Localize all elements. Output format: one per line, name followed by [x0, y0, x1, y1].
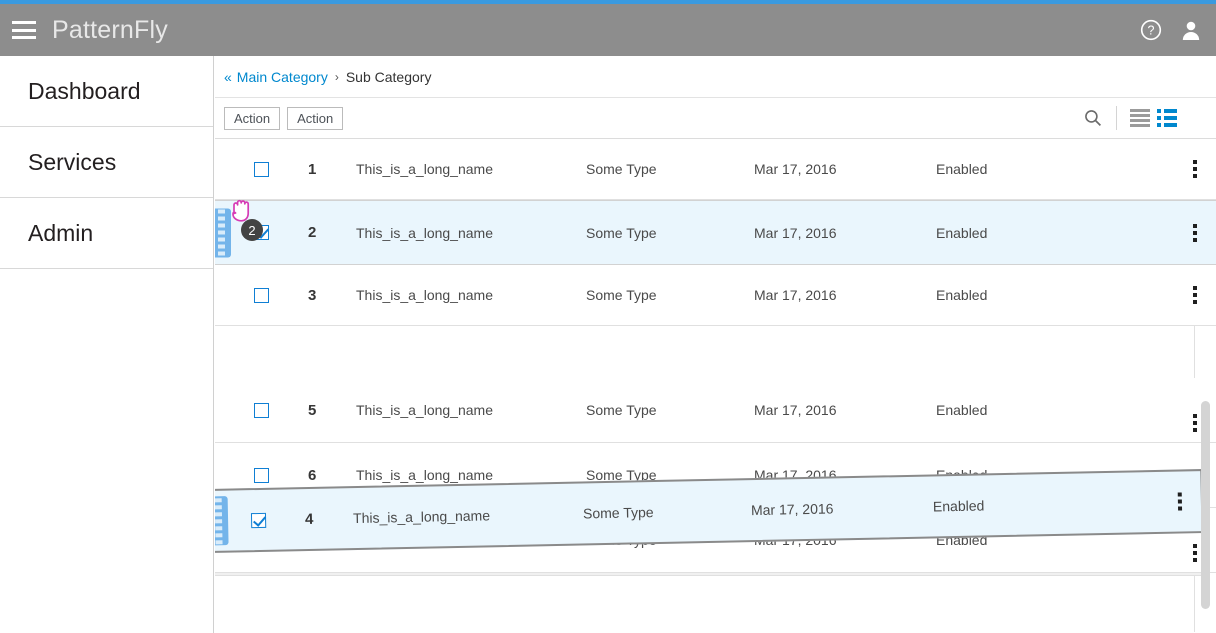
row-type: Some Type — [586, 224, 657, 241]
vertical-scrollbar-thumb[interactable] — [1201, 401, 1210, 609]
breadcrumb-separator-icon: › — [334, 69, 339, 84]
kebab-menu-icon[interactable] — [1193, 160, 1197, 178]
row-date: Mar 17, 2016 — [754, 402, 837, 418]
kebab-menu-icon[interactable] — [1193, 414, 1197, 432]
row-checkbox[interactable] — [250, 512, 267, 528]
row-drag-handle[interactable] — [215, 496, 229, 546]
row-checkbox-cell — [215, 467, 308, 483]
row-name: This_is_a_long_name — [352, 507, 491, 527]
view-toggle-detail[interactable] — [1153, 107, 1180, 129]
row-date: Mar 17, 2016 — [750, 500, 834, 519]
row-actions-cell — [1174, 223, 1216, 242]
row-number: 4 — [304, 510, 314, 528]
kebab-menu-icon[interactable] — [1193, 286, 1197, 304]
table-row[interactable]: 3 This_is_a_long_name Some Type Mar 17, … — [215, 265, 1216, 326]
row-status: Enabled — [936, 224, 988, 241]
row-checkbox-cell — [215, 402, 308, 418]
row-type: Some Type — [586, 287, 657, 303]
breadcrumb: « Main Category › Sub Category — [215, 56, 1216, 98]
row-type: Some Type — [586, 161, 657, 177]
table-row[interactable]: 1 This_is_a_long_name Some Type Mar 17, … — [215, 139, 1216, 200]
row-date: Mar 17, 2016 — [754, 287, 837, 303]
kebab-menu-icon[interactable] — [1177, 492, 1183, 511]
sidebar-item-admin[interactable]: Admin — [0, 198, 213, 269]
search-icon[interactable] — [1072, 109, 1114, 127]
sidebar-item-dashboard[interactable]: Dashboard — [0, 56, 213, 127]
row-checkbox[interactable] — [254, 287, 269, 303]
row-name: This_is_a_long_name — [356, 161, 493, 177]
action-button-one[interactable]: Action — [224, 106, 281, 130]
row-name: This_is_a_long_name — [356, 287, 493, 303]
user-avatar-icon[interactable] — [1180, 19, 1202, 41]
kebab-menu-icon[interactable] — [1193, 544, 1197, 562]
grabbing-hand-cursor — [229, 197, 255, 230]
sidebar-item-label: Services — [28, 148, 117, 175]
row-name: This_is_a_long_name — [356, 467, 493, 483]
row-type: Some Type — [582, 504, 654, 522]
row-status: Enabled — [932, 497, 985, 515]
row-type: Some Type — [586, 402, 657, 418]
row-status: Enabled — [936, 161, 988, 177]
data-table: 1 This_is_a_long_name Some Type Mar 17, … — [215, 139, 1216, 632]
row-actions-cell — [1174, 286, 1216, 304]
row-status: Enabled — [936, 402, 988, 418]
breadcrumb-back-icon[interactable]: « — [224, 69, 232, 85]
row-status: Enabled — [936, 287, 988, 303]
row-actions-cell — [1174, 160, 1216, 178]
app-root: PatternFly ? Dashboard Services Admin « — [0, 0, 1216, 633]
help-circle-icon[interactable]: ? — [1140, 19, 1162, 41]
table-toolbar: Action Action — [215, 98, 1216, 139]
sidebar-item-label: Dashboard — [28, 77, 141, 104]
hamburger-icon[interactable] — [12, 21, 36, 39]
toolbar-right-group — [1072, 106, 1207, 130]
row-actions-cell — [1159, 492, 1201, 511]
row-checkbox-cell — [215, 287, 308, 303]
row-number: 3 — [308, 286, 317, 304]
breadcrumb-current: Sub Category — [345, 68, 432, 85]
app-header: PatternFly ? — [0, 4, 1216, 56]
table-row[interactable]: 2 This_is_a_long_name Some Type Mar 17, … — [215, 200, 1216, 265]
row-checkbox[interactable] — [254, 161, 269, 177]
row-checkbox[interactable] — [254, 467, 269, 483]
row-number: 5 — [308, 401, 317, 419]
row-date: Mar 17, 2016 — [754, 161, 837, 177]
row-name: This_is_a_long_name — [356, 224, 493, 241]
view-toggle-card[interactable] — [1180, 107, 1207, 129]
kebab-menu-icon[interactable] — [1193, 223, 1197, 242]
header-actions: ? — [1140, 19, 1202, 41]
view-toggle-list[interactable] — [1126, 107, 1153, 129]
toolbar-divider — [1116, 106, 1117, 130]
brand-title: PatternFly — [52, 15, 168, 44]
action-button-two[interactable]: Action — [287, 106, 344, 130]
row-checkbox-cell — [215, 512, 305, 529]
row-name: This_is_a_long_name — [356, 402, 493, 418]
svg-text:?: ? — [1148, 23, 1155, 37]
sidebar-nav: Dashboard Services Admin — [0, 56, 214, 633]
row-number: 1 — [308, 160, 317, 178]
row-date: Mar 17, 2016 — [754, 224, 837, 241]
row-checkbox-cell — [215, 161, 308, 177]
main-content: « Main Category › Sub Category Action Ac… — [215, 56, 1216, 633]
row-checkbox[interactable] — [254, 402, 269, 418]
sidebar-item-services[interactable]: Services — [0, 127, 213, 198]
sidebar-item-label: Admin — [28, 219, 94, 246]
table-row[interactable]: 5 This_is_a_long_name Some Type Mar 17, … — [215, 378, 1216, 443]
row-number: 2 — [308, 224, 317, 241]
breadcrumb-parent-link[interactable]: Main Category — [237, 69, 328, 85]
row-number: 6 — [308, 466, 317, 484]
